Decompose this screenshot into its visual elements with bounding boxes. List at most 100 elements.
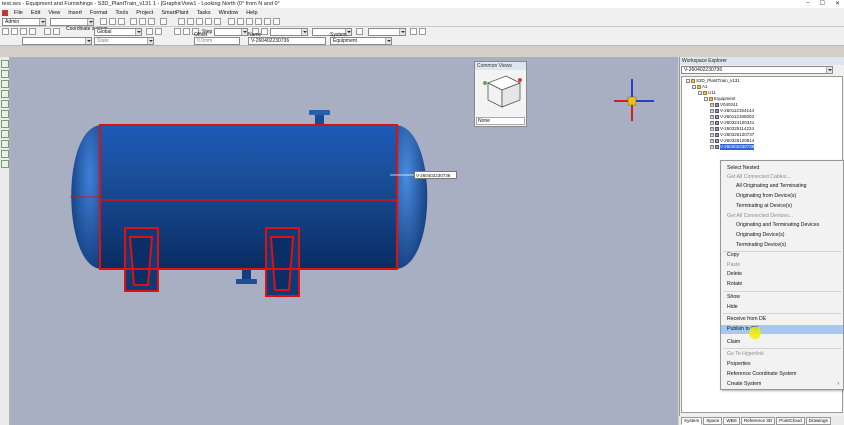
permission-group-combo[interactable]: Admin — [2, 18, 46, 26]
position-icon[interactable] — [44, 28, 51, 35]
place-tag-icon[interactable] — [1, 140, 9, 148]
offset-z-combo[interactable] — [368, 28, 406, 36]
expand-icon[interactable]: + — [710, 103, 714, 107]
menu-item-reference-coordinate-system[interactable]: Reference Coordinate System — [721, 370, 843, 379]
menu-item-originating-from-devices[interactable]: Originating from Device(s) — [721, 192, 843, 201]
place-component-icon[interactable] — [1, 130, 9, 138]
zoom-icon[interactable] — [228, 18, 235, 25]
tab-wbs[interactable]: WBS — [723, 416, 740, 425]
menu-item-show[interactable]: Show — [721, 293, 843, 302]
tab-reference-3d[interactable]: Reference 3D — [740, 416, 776, 425]
minimize-button[interactable]: – — [806, 0, 809, 7]
expand-icon[interactable]: + — [710, 133, 714, 137]
constraint-icon[interactable] — [410, 28, 417, 35]
orbit-icon[interactable] — [264, 18, 271, 25]
collapse-icon[interactable]: - — [698, 91, 702, 95]
tab-drawings[interactable]: Drawings — [805, 416, 831, 425]
place-shape-icon[interactable] — [1, 110, 9, 118]
coordinate-system-combo[interactable]: Global — [94, 28, 142, 36]
pan-icon[interactable] — [255, 18, 262, 25]
menu-window[interactable]: Window — [215, 10, 243, 16]
offset-field[interactable]: 0.0mm — [194, 37, 240, 45]
copy-icon[interactable] — [139, 18, 146, 25]
common-views-icon[interactable] — [273, 18, 280, 25]
align-icon[interactable] — [155, 28, 162, 35]
tab-space[interactable]: Space — [703, 416, 723, 425]
move-icon[interactable] — [187, 18, 194, 25]
menu-help[interactable]: Help — [242, 10, 261, 16]
expand-icon[interactable]: + — [710, 139, 714, 143]
menu-smartplant[interactable]: SmartPlant — [157, 10, 192, 16]
tab-pointcloud[interactable]: PointCloud — [776, 416, 805, 425]
place-support-icon[interactable] — [1, 150, 9, 158]
cut-icon[interactable] — [130, 18, 137, 25]
collapse-icon[interactable]: - — [692, 85, 696, 89]
menu-item-properties[interactable]: Properties — [721, 360, 843, 369]
view-cube-icon[interactable] — [476, 71, 527, 115]
menu-item-delete[interactable]: Delete — [721, 270, 843, 279]
menu-insert[interactable]: Insert — [64, 10, 86, 16]
menu-edit[interactable]: Edit — [27, 10, 44, 16]
expand-icon[interactable]: + — [710, 115, 714, 119]
nozzle-icon[interactable] — [29, 28, 36, 35]
expand-icon[interactable]: + — [710, 109, 714, 113]
rotate-icon[interactable] — [196, 18, 203, 25]
fit-icon[interactable] — [246, 18, 253, 25]
undo-icon[interactable] — [160, 18, 167, 25]
common-views-field[interactable]: None — [476, 117, 525, 125]
menu-item-receive-from-de[interactable]: Receive from DE — [721, 315, 843, 324]
save-icon[interactable] — [118, 18, 125, 25]
menu-item-hide[interactable]: Hide — [721, 303, 843, 312]
place-icon[interactable] — [20, 28, 27, 35]
graphic-view[interactable] — [10, 57, 678, 425]
open-icon[interactable] — [109, 18, 116, 25]
rotate-x-icon[interactable] — [174, 28, 181, 35]
state-combo[interactable]: State — [94, 37, 154, 45]
place-nozzle-icon[interactable] — [1, 90, 9, 98]
place-equipment-icon[interactable] — [1, 70, 9, 78]
menu-item-originating-devices[interactable]: Originating Device(s) — [721, 231, 843, 240]
maximize-button[interactable]: ☐ — [820, 0, 825, 7]
rotate-y-icon[interactable] — [183, 28, 190, 35]
expand-icon[interactable]: + — [710, 127, 714, 131]
paste-icon[interactable] — [148, 18, 155, 25]
menu-project[interactable]: Project — [132, 10, 157, 16]
measure-icon[interactable] — [53, 28, 60, 35]
collapse-icon[interactable]: - — [686, 79, 690, 83]
zoom-area-icon[interactable] — [237, 18, 244, 25]
vessel-3d-model[interactable] — [10, 57, 678, 425]
name-field[interactable]: V-260402230736 — [248, 37, 326, 45]
menu-file[interactable]: File — [10, 10, 27, 16]
menu-item-terminating-at-devices[interactable]: Terminating at Device(s) — [721, 202, 843, 211]
menu-item-originating-terminating-devices[interactable]: Originating and Terminating Devices — [721, 221, 843, 230]
step-combo[interactable] — [214, 28, 248, 36]
workspace-filter-combo[interactable]: V-260402230736 — [681, 66, 833, 74]
offset-y-icon[interactable] — [261, 28, 268, 35]
menu-format[interactable]: Format — [86, 10, 111, 16]
menu-item-rotate[interactable]: Rotate — [721, 280, 843, 289]
offset-x-combo[interactable] — [270, 28, 308, 36]
tree-node-selected[interactable]: + V-260402230736 — [710, 144, 755, 150]
equipment-tag-label[interactable]: V-260402230736 — [414, 171, 457, 179]
select-command-icon[interactable] — [1, 60, 9, 68]
close-button[interactable]: ✕ — [835, 0, 840, 7]
properties-icon[interactable] — [11, 28, 18, 35]
tab-system[interactable]: System — [681, 416, 703, 425]
system-combo[interactable]: Equipment — [330, 37, 392, 45]
menu-tasks[interactable]: Tasks — [193, 10, 215, 16]
expand-icon[interactable]: + — [710, 121, 714, 125]
expand-icon[interactable]: + — [710, 145, 714, 149]
tolerance-icon[interactable] — [419, 28, 426, 35]
snap-icon[interactable] — [214, 18, 221, 25]
coordinate-picker-icon[interactable] — [146, 28, 153, 35]
place-foundation-icon[interactable] — [1, 100, 9, 108]
menu-item-terminating-devices[interactable]: Terminating Device(s) — [721, 241, 843, 250]
place-port-icon[interactable] — [1, 120, 9, 128]
menu-item-claim[interactable]: Claim — [721, 338, 843, 347]
menu-view[interactable]: View — [44, 10, 64, 16]
select-icon[interactable] — [178, 18, 185, 25]
collapse-icon[interactable]: - — [704, 97, 708, 101]
filter-combo[interactable] — [50, 18, 94, 26]
place-handrail-icon[interactable] — [1, 160, 9, 168]
menu-tools[interactable]: Tools — [111, 10, 132, 16]
